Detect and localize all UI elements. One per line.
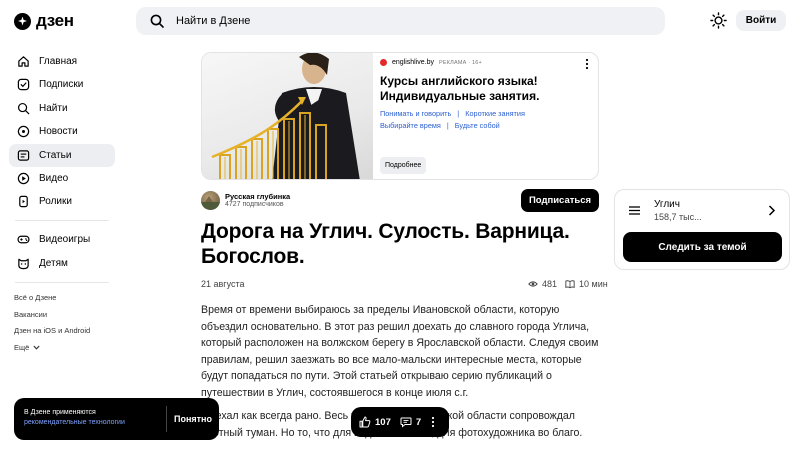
eye-icon: [528, 281, 538, 287]
sidebar-item-label: Ролики: [39, 196, 72, 208]
article-title: Дорога на Углич. Сулость. Варница. Богос…: [201, 220, 570, 268]
more-options-icon[interactable]: [584, 58, 590, 70]
views-count: 481: [542, 279, 558, 289]
channel-avatar[interactable]: [201, 191, 220, 210]
home-icon: [18, 56, 29, 67]
sidebar-item-label: Статьи: [39, 149, 72, 161]
logo-text: дзен: [36, 11, 74, 30]
follow-topic-button[interactable]: Следить за темой: [623, 232, 782, 262]
read-time: 10 мин: [579, 279, 608, 289]
sidebar-item-label: Видео: [39, 172, 69, 184]
ad-body: englishlive.by РЕКЛАМА · 16+ Курсы англи…: [380, 53, 598, 179]
search-placeholder: Найти в Дзене: [176, 15, 251, 27]
search-input[interactable]: Найти в Дзене: [136, 7, 665, 35]
list-icon: [629, 206, 640, 215]
cookie-notice: В Дзене применяются рекомендательные тех…: [14, 398, 219, 440]
ad-domain[interactable]: englishlive.by: [392, 59, 434, 66]
footer-more-label: Ещё: [14, 342, 30, 352]
subscribe-button[interactable]: Подписаться: [521, 189, 599, 212]
comments-count: 7: [415, 416, 422, 428]
ad-title[interactable]: Курсы английского языка! Индивидуальные …: [380, 74, 580, 104]
footer-link-jobs[interactable]: Вакансии: [9, 306, 115, 323]
login-button[interactable]: Войти: [736, 10, 786, 31]
sidebar-item-clips[interactable]: Ролики: [9, 190, 115, 213]
sidebar-item-label: Детям: [39, 257, 68, 269]
sidebar-item-label: Видеоигры: [39, 234, 91, 246]
sidebar-item-video[interactable]: Видео: [9, 167, 115, 190]
sidebar-divider: [15, 220, 109, 222]
sidebar-item-kids[interactable]: Детям: [9, 252, 115, 275]
sidebar-item-subscriptions[interactable]: Подписки: [9, 73, 115, 96]
video-icon: [17, 172, 30, 185]
sidebar: Главная Подписки Найти Новости Статьи Ви…: [9, 50, 115, 356]
ad-link[interactable]: Выбирайте время: [380, 121, 441, 130]
reactions-bar: 107 7: [351, 407, 449, 437]
footer-link-about[interactable]: Всё о Дзене: [9, 290, 115, 307]
like-icon[interactable]: [359, 416, 371, 428]
sidebar-item-search[interactable]: Найти: [9, 97, 115, 120]
sidebar-item-label: Найти: [39, 102, 68, 114]
kids-icon: [18, 258, 29, 269]
chevron-right-icon[interactable]: [768, 205, 776, 216]
ad-image: [202, 53, 373, 179]
businesswoman-chart-illustration: [211, 53, 360, 179]
cookie-divider: [166, 406, 167, 432]
theme-toggle-icon[interactable]: [710, 12, 727, 29]
footer-link-apps[interactable]: Дзен на iOS и Android: [9, 323, 115, 340]
gamepad-icon: [17, 235, 30, 244]
ad-link[interactable]: Короткие занятия: [465, 109, 525, 118]
topic-name[interactable]: Углич: [654, 199, 680, 210]
ad-label: РЕКЛАМА · 16+: [439, 59, 482, 66]
sidebar-item-articles[interactable]: Статьи: [9, 143, 115, 167]
sidebar-item-label: Главная: [39, 56, 78, 67]
ad-links: Понимать и говорить | Короткие занятия Выб…: [380, 109, 525, 130]
cookie-message: В Дзене применяются: [24, 409, 96, 416]
footer-more-button[interactable]: Ещё: [9, 339, 115, 356]
header: дзен Найти в Дзене Войти: [0, 0, 800, 42]
article-paragraph: Время от времени выбираюсь за пределы Ив…: [201, 304, 599, 399]
advertiser-logo-icon: [380, 59, 387, 66]
cookie-accept-button[interactable]: Понятно: [172, 398, 214, 440]
articles-icon: [17, 149, 30, 161]
article-date: 21 августа: [201, 279, 245, 289]
sidebar-item-home[interactable]: Главная: [9, 50, 115, 73]
book-icon: [565, 280, 575, 289]
ad-link[interactable]: Понимать и говорить: [380, 109, 451, 118]
topic-count: 158,7 тыс...: [654, 212, 702, 222]
chevron-down-icon: [33, 345, 40, 350]
subscriptions-icon: [17, 79, 30, 91]
sidebar-item-news[interactable]: Новости: [9, 120, 115, 143]
search-icon: [150, 14, 164, 28]
channel-name[interactable]: Русская глубинка: [225, 192, 290, 201]
likes-count: 107: [375, 416, 391, 428]
cookie-text: В Дзене применяются рекомендательные тех…: [24, 408, 125, 428]
ad-cta-button[interactable]: Подробнее: [380, 157, 427, 174]
clips-icon: [19, 196, 28, 208]
cookie-link[interactable]: рекомендательные технологии: [24, 418, 125, 428]
sidebar-item-label: Подписки: [39, 79, 84, 91]
sidebar-divider: [15, 281, 109, 283]
logo[interactable]: дзен: [14, 11, 74, 31]
news-icon: [17, 125, 30, 138]
ad-banner[interactable]: englishlive.by РЕКЛАМА · 16+ Курсы англи…: [201, 52, 599, 180]
comment-icon[interactable]: [400, 416, 412, 428]
channel-subscribers: 4727 подписчиков: [225, 201, 284, 208]
topic-card: Углич 158,7 тыс... Следить за темой: [614, 189, 790, 270]
article-stats: 481 10 мин: [528, 279, 608, 289]
more-options-icon[interactable]: [431, 416, 435, 428]
ad-domain-row: englishlive.by РЕКЛАМА · 16+: [380, 59, 482, 66]
search-icon: [17, 102, 30, 115]
zen-logo-icon: [14, 12, 31, 30]
sidebar-item-videogames[interactable]: Видеоигры: [9, 228, 115, 251]
sidebar-item-label: Новости: [39, 126, 78, 138]
ad-link[interactable]: Будьте собой: [455, 121, 500, 130]
